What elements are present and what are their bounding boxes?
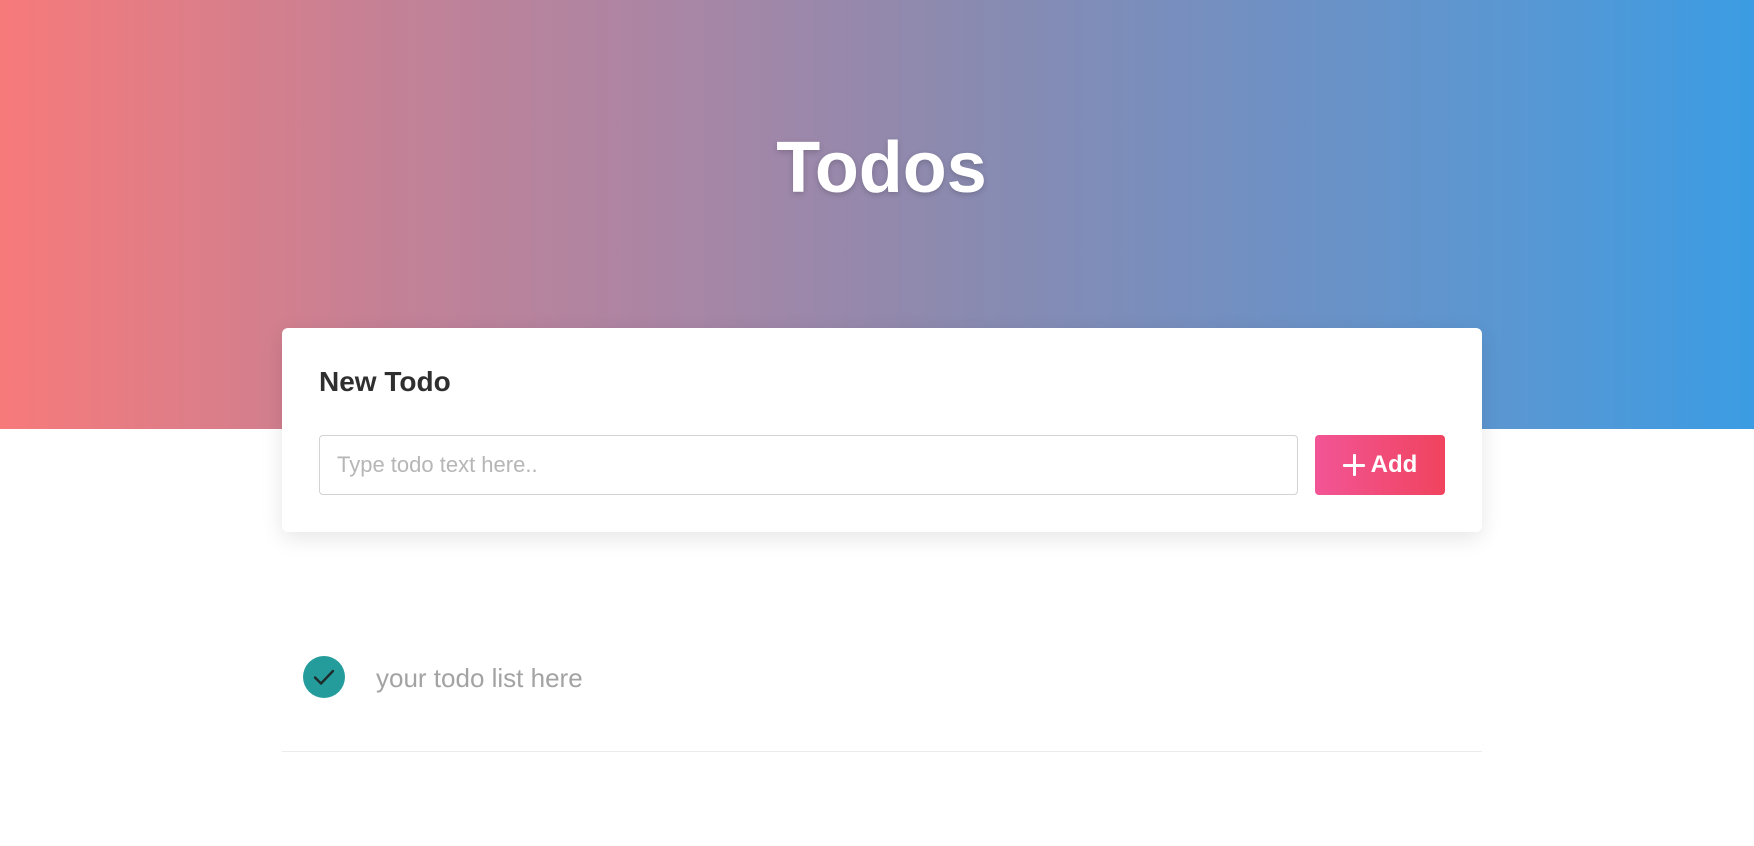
page-title: Todos xyxy=(776,128,987,208)
todo-complete-toggle[interactable] xyxy=(303,656,345,698)
todo-list: your todo list here xyxy=(282,630,1482,752)
new-todo-title: New Todo xyxy=(319,366,451,397)
add-button-label: Add xyxy=(1370,451,1418,478)
todo-item: your todo list here xyxy=(282,630,1482,752)
todo-item-text: your todo list here xyxy=(376,663,583,693)
add-todo-button[interactable]: Add xyxy=(1315,435,1445,495)
plus-icon xyxy=(1342,454,1365,476)
todo-text-input[interactable] xyxy=(319,435,1298,495)
check-icon xyxy=(313,669,335,685)
new-todo-card: New Todo Add xyxy=(282,328,1482,532)
